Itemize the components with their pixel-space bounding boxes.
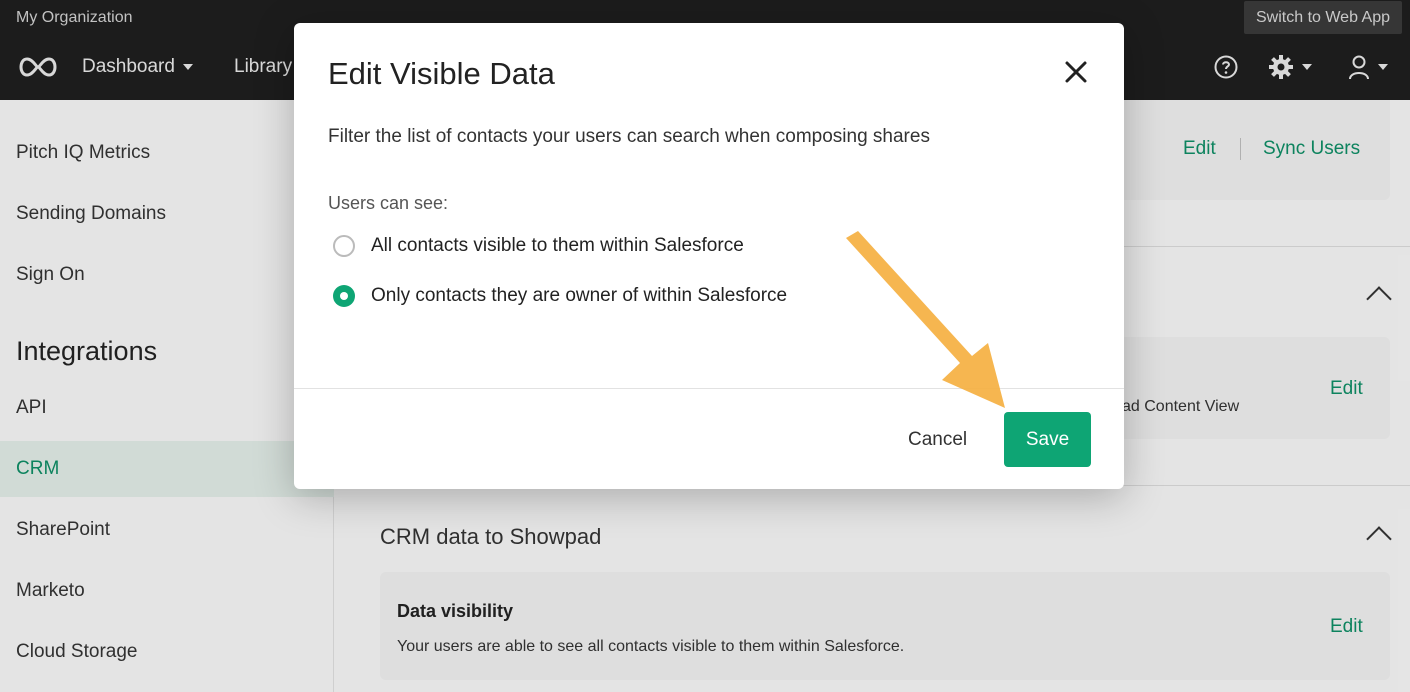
dialog-description: Filter the list of contacts your users c… xyxy=(328,126,930,147)
dialog-title: Edit Visible Data xyxy=(328,56,555,91)
option-owned-contacts[interactable]: Only contacts they are owner of within S… xyxy=(333,285,787,307)
close-icon[interactable] xyxy=(1064,60,1088,84)
users-can-see-label: Users can see: xyxy=(328,193,449,213)
radio-unchecked[interactable] xyxy=(333,235,355,257)
radio-checked[interactable] xyxy=(333,285,355,307)
option-all-contacts[interactable]: All contacts visible to them within Sale… xyxy=(333,235,744,257)
cancel-button[interactable]: Cancel xyxy=(894,412,981,467)
annotation-arrow-icon xyxy=(846,231,1005,408)
option-all-contacts-label: All contacts visible to them within Sale… xyxy=(371,235,744,256)
option-owned-contacts-label: Only contacts they are owner of within S… xyxy=(371,285,788,306)
save-button[interactable]: Save xyxy=(1004,412,1091,467)
